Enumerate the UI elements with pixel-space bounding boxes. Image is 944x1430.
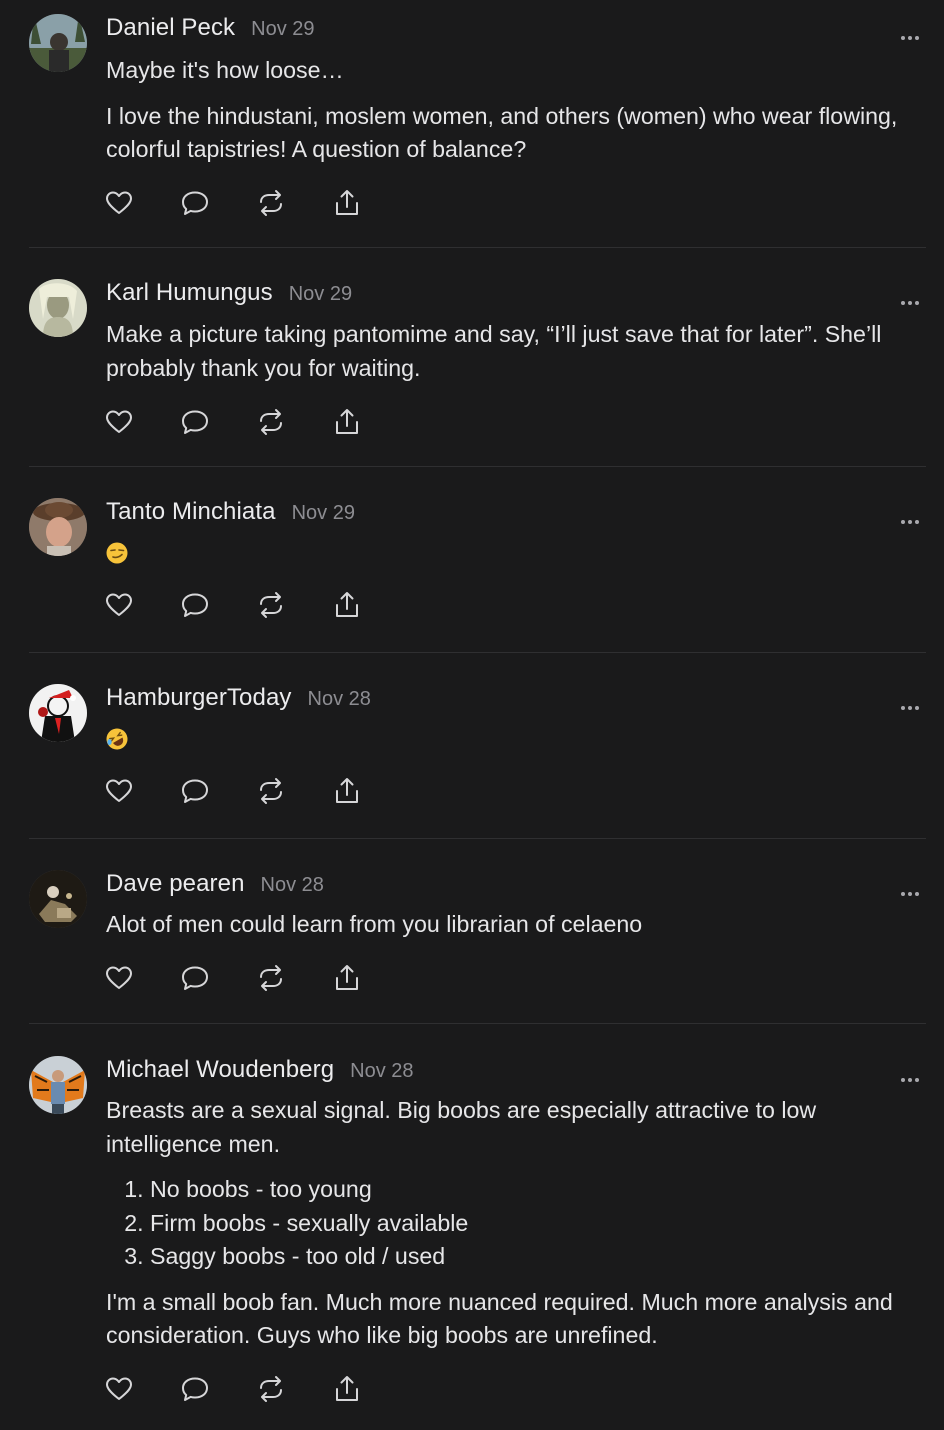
comment-actions: [104, 1374, 408, 1408]
reply-icon[interactable]: [180, 963, 210, 993]
share-icon[interactable]: [332, 407, 362, 437]
author-name[interactable]: HamburgerToday: [106, 684, 292, 712]
divider: [29, 652, 926, 653]
comment-body: Make a picture taking pantomime and say,…: [106, 318, 932, 385]
restack-icon[interactable]: [256, 188, 286, 218]
heart-icon[interactable]: [104, 188, 134, 218]
comment-actions: [104, 188, 408, 222]
comment-body: [106, 728, 932, 750]
reply-icon[interactable]: [180, 776, 210, 806]
reply-icon[interactable]: [180, 1374, 210, 1404]
more-options-icon[interactable]: [897, 692, 923, 712]
numbered-list: No boobs - too young Firm boobs - sexual…: [106, 1173, 932, 1274]
reply-icon[interactable]: [180, 188, 210, 218]
rolling-on-floor-laughing-icon: [106, 728, 128, 750]
comment-body: Alot of men could learn from you librari…: [106, 908, 932, 942]
avatar[interactable]: [29, 498, 87, 556]
share-icon[interactable]: [332, 776, 362, 806]
list-item: Firm boobs - sexually available: [150, 1207, 932, 1241]
author-name[interactable]: Karl Humungus: [106, 279, 273, 307]
author-name[interactable]: Michael Woudenberg: [106, 1056, 334, 1084]
share-icon[interactable]: [332, 963, 362, 993]
avatar[interactable]: [29, 279, 87, 337]
avatar[interactable]: [29, 684, 87, 742]
comment-text: I'm a small boob fan. Much more nuanced …: [106, 1288, 893, 1349]
more-options-icon[interactable]: [897, 878, 923, 898]
comment-date[interactable]: Nov 29: [292, 502, 355, 525]
reply-icon[interactable]: [180, 407, 210, 437]
avatar[interactable]: [29, 1056, 87, 1114]
heart-icon[interactable]: [104, 1374, 134, 1404]
comment-text: Breasts are a sexual signal. Big boobs a…: [106, 1097, 817, 1157]
share-icon[interactable]: [332, 1374, 362, 1404]
comment-date[interactable]: Nov 28: [261, 874, 324, 897]
more-options-icon[interactable]: [897, 287, 923, 307]
reply-icon[interactable]: [180, 590, 210, 620]
comment-date[interactable]: Nov 29: [289, 283, 352, 306]
restack-icon[interactable]: [256, 776, 286, 806]
comment-actions: [104, 407, 408, 441]
divider: [29, 838, 926, 839]
more-options-icon[interactable]: [897, 1064, 923, 1084]
share-icon[interactable]: [332, 188, 362, 218]
share-icon[interactable]: [332, 590, 362, 620]
comment-date[interactable]: Nov 28: [308, 688, 371, 711]
comment-text: Alot of men could learn from you librari…: [106, 911, 643, 937]
restack-icon[interactable]: [256, 407, 286, 437]
comment-body: [106, 542, 932, 564]
more-options-icon[interactable]: [897, 506, 923, 526]
comment-text: Make a picture taking pantomime and say,…: [106, 321, 882, 381]
heart-icon[interactable]: [104, 776, 134, 806]
list-item: No boobs - too young: [150, 1173, 932, 1207]
author-name[interactable]: Daniel Peck: [106, 14, 235, 42]
divider: [29, 466, 926, 467]
list-item: Saggy boobs - too old / used: [150, 1240, 932, 1274]
restack-icon[interactable]: [256, 590, 286, 620]
comment-text: I love the hindustani, moslem women, and…: [106, 102, 898, 163]
comment-body: Breasts are a sexual signal. Big boobs a…: [106, 1094, 932, 1353]
avatar[interactable]: [29, 870, 87, 928]
avatar[interactable]: [29, 14, 87, 72]
comment-actions: [104, 590, 408, 624]
comment-actions: [104, 776, 408, 810]
divider: [29, 1023, 926, 1024]
more-options-icon[interactable]: [897, 22, 923, 42]
divider: [29, 247, 926, 248]
author-name[interactable]: Dave pearen: [106, 870, 245, 898]
author-name[interactable]: Tanto Minchiata: [106, 498, 276, 526]
heart-icon[interactable]: [104, 407, 134, 437]
comment-date[interactable]: Nov 28: [350, 1060, 413, 1083]
smirking-face-icon: [106, 542, 128, 564]
comment-actions: [104, 963, 408, 997]
restack-icon[interactable]: [256, 963, 286, 993]
comment-date[interactable]: Nov 29: [251, 18, 314, 41]
comment-body: Maybe it's how loose… I love the hindust…: [106, 54, 932, 167]
restack-icon[interactable]: [256, 1374, 286, 1404]
heart-icon[interactable]: [104, 963, 134, 993]
heart-icon[interactable]: [104, 590, 134, 620]
comment-text: Maybe it's how loose…: [106, 57, 344, 83]
